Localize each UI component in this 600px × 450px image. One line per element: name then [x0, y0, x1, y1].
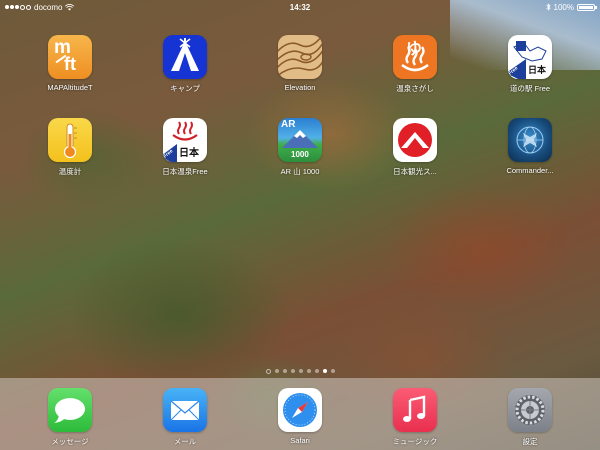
michinoeki-icon: 日本 Free — [508, 35, 552, 79]
messages-icon — [48, 388, 92, 432]
safari-compass-icon — [278, 388, 322, 432]
search-page-dot — [265, 369, 271, 374]
clock-time: 14:32 — [289, 2, 311, 12]
app-label: ミュージック — [392, 437, 438, 446]
app-label: 日本観光ス... — [393, 167, 437, 176]
dock-app-safari[interactable]: Safari — [260, 388, 340, 445]
dock-app-music[interactable]: ミュージック — [375, 388, 455, 447]
page-dot — [290, 369, 295, 373]
app-label: 日本温泉Free — [162, 167, 208, 176]
page-dot — [274, 369, 279, 373]
onsen-yu-icon: ゆ — [393, 35, 437, 79]
battery-percentage: 100% — [553, 2, 574, 12]
carrier-name: docomo — [34, 2, 63, 12]
app-label: MAPAltitudeT — [47, 83, 93, 92]
wood-grain-icon — [278, 35, 322, 79]
wifi-icon — [65, 3, 75, 10]
app-label: キャンプ — [170, 84, 200, 93]
mft-icon-ft: ft — [64, 54, 76, 74]
app-elevation[interactable]: Elevation — [260, 35, 340, 92]
app-label: 設定 — [522, 437, 538, 446]
page-dot — [282, 369, 287, 373]
thermometer-icon — [48, 118, 92, 162]
page-indicator[interactable] — [0, 369, 600, 374]
app-michinoeki[interactable]: 日本 Free 道の駅 Free — [490, 35, 570, 94]
fuji-red-icon — [393, 118, 437, 162]
app-label: 温度計 — [58, 167, 82, 176]
mft-icon: m ft — [48, 35, 92, 79]
app-label: Safari — [290, 436, 310, 445]
ar-number-text: 1000 — [291, 150, 309, 159]
app-camp[interactable]: キャンプ — [145, 35, 225, 94]
app-label: メッセージ — [51, 437, 89, 446]
eki-kanji-text: 日本 — [528, 66, 547, 76]
app-thermometer[interactable]: 温度計 — [30, 118, 110, 177]
app-onsen-sagashi[interactable]: ゆ 温泉さがし — [375, 35, 455, 94]
app-mapaltitude[interactable]: m ft MAPAltitudeT — [30, 35, 110, 92]
bluetooth-icon — [545, 3, 551, 11]
ar-mountain-icon: AR 1000 — [278, 118, 322, 162]
onsen-japan-icon: 日本 Free — [163, 118, 207, 162]
page-dot-current — [322, 369, 327, 373]
mail-icon — [163, 388, 207, 432]
tent-icon — [163, 35, 207, 79]
app-ar-mountain[interactable]: AR 1000 AR 山 1000 — [260, 118, 340, 177]
page-dot — [306, 369, 311, 373]
ar-text: AR — [281, 119, 296, 130]
app-label: Elevation — [284, 83, 316, 92]
dock-app-mail[interactable]: メール — [145, 388, 225, 447]
app-onsen-japan[interactable]: 日本 Free 日本温泉Free — [145, 118, 225, 177]
app-label: AR 山 1000 — [280, 167, 320, 176]
dock-app-settings[interactable]: 設定 — [490, 388, 570, 447]
music-note-icon — [393, 388, 437, 432]
settings-gear-icon — [508, 388, 552, 432]
dock-app-messages[interactable]: メッセージ — [30, 388, 110, 447]
battery-fill — [579, 5, 593, 9]
signal-dots-icon — [5, 4, 31, 10]
app-commander[interactable]: Commander... — [490, 118, 570, 175]
status-left: docomo — [5, 2, 75, 12]
app-label: 温泉さがし — [396, 84, 434, 93]
commander-globe-icon — [508, 118, 552, 162]
app-label: メール — [173, 437, 197, 446]
page-dot — [314, 369, 319, 373]
app-japan-tourism[interactable]: 日本観光ス... — [375, 118, 455, 177]
page-dot — [330, 369, 335, 373]
onsen-kanji-text: 日本 — [179, 148, 199, 159]
app-label: 道の駅 Free — [509, 84, 550, 93]
yu-glyph: ゆ — [406, 39, 423, 58]
app-label: Commander... — [506, 166, 554, 175]
battery-icon — [577, 3, 597, 11]
page-dot — [298, 369, 303, 373]
status-bar: docomo 14:32 100% — [0, 0, 600, 14]
status-right: 100% — [545, 2, 597, 12]
